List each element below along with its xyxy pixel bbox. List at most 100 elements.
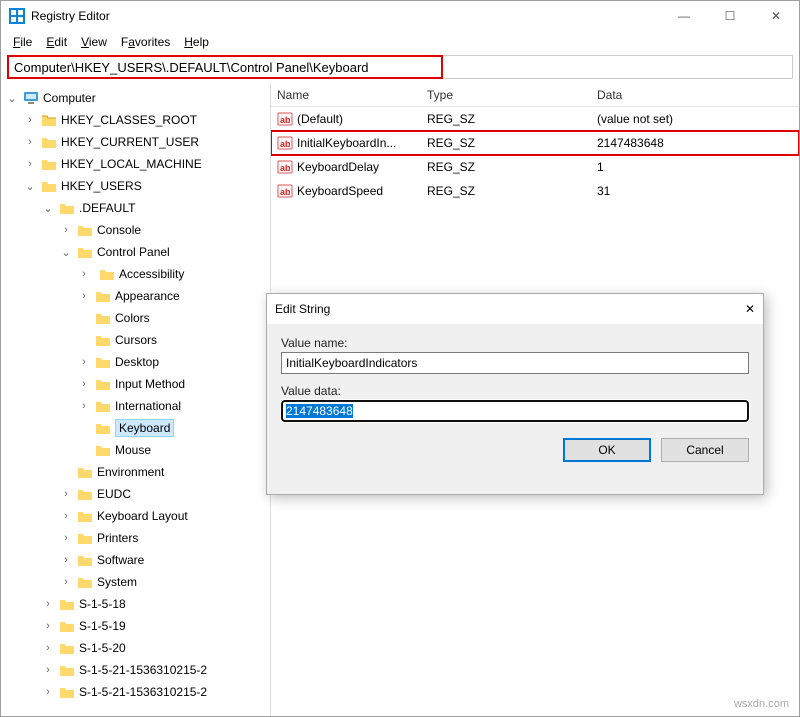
folder-icon <box>59 684 75 700</box>
computer-icon <box>23 90 39 106</box>
cancel-button[interactable]: Cancel <box>661 438 749 462</box>
value-name-input[interactable] <box>281 352 749 374</box>
close-button[interactable]: ✕ <box>753 1 799 31</box>
menu-view[interactable]: View <box>75 33 113 51</box>
tree-node-desktop[interactable]: ›Desktop <box>1 351 270 373</box>
folder-icon <box>77 244 93 260</box>
string-value-icon: ab <box>277 111 293 127</box>
folder-icon <box>77 464 93 480</box>
dialog-buttons: OK Cancel <box>267 430 763 474</box>
tree-node-international[interactable]: ›International <box>1 395 270 417</box>
folder-icon <box>59 200 75 216</box>
value-data-input[interactable] <box>281 400 749 422</box>
tree-node-control-panel[interactable]: ⌄Control Panel <box>1 241 270 263</box>
tree-node-sid[interactable]: ›S-1-5-21-1536310215-2 <box>1 659 270 681</box>
dialog-titlebar[interactable]: Edit String ✕ <box>267 294 763 324</box>
dialog-close-button[interactable]: ✕ <box>745 302 755 316</box>
svg-text:ab: ab <box>280 187 291 197</box>
string-value-icon: ab <box>277 183 293 199</box>
col-name[interactable]: Name <box>271 88 421 102</box>
tree-node-sid[interactable]: ›S-1-5-21-1536310215-2 <box>1 681 270 703</box>
svg-text:ab: ab <box>280 115 291 125</box>
folder-icon <box>95 332 111 348</box>
window-title: Registry Editor <box>31 9 661 23</box>
folder-icon <box>95 420 111 436</box>
value-data-label: Value data: <box>281 384 749 398</box>
tree-node-eudc[interactable]: ›EUDC <box>1 483 270 505</box>
tree-node-sid[interactable]: ›S-1-5-18 <box>1 593 270 615</box>
menu-favorites[interactable]: Favorites <box>115 33 176 51</box>
folder-icon <box>77 552 93 568</box>
tree-node-hku[interactable]: ⌄HKEY_USERS <box>1 175 270 197</box>
folder-icon <box>41 112 57 128</box>
string-value-icon: ab <box>277 159 293 175</box>
folder-icon <box>41 134 57 150</box>
tree-node-accessibility[interactable]: ›Accessibility <box>1 263 270 285</box>
folder-icon <box>95 376 111 392</box>
folder-icon <box>95 442 111 458</box>
regedit-icon <box>9 8 25 24</box>
edit-string-dialog: Edit String ✕ Value name: Value data: OK… <box>266 293 764 495</box>
menubar: File Edit View Favorites Help <box>1 31 799 53</box>
folder-icon <box>59 640 75 656</box>
svg-text:ab: ab <box>280 163 291 173</box>
tree-node-appearance[interactable]: ›Appearance <box>1 285 270 307</box>
address-bar[interactable] <box>7 55 793 79</box>
minimize-button[interactable]: — <box>661 1 707 31</box>
tree-node-hklm[interactable]: ›HKEY_LOCAL_MACHINE <box>1 153 270 175</box>
folder-icon <box>95 354 111 370</box>
folder-icon <box>95 398 111 414</box>
ok-button[interactable]: OK <box>563 438 651 462</box>
list-header: Name Type Data <box>271 83 799 107</box>
value-row-keyboarddelay[interactable]: ab KeyboardDelay REG_SZ 1 <box>271 155 799 179</box>
folder-icon <box>77 486 93 502</box>
tree-node-mouse[interactable]: Mouse <box>1 439 270 461</box>
svg-text:ab: ab <box>280 139 291 149</box>
maximize-button[interactable]: ☐ <box>707 1 753 31</box>
tree-node-keyboard[interactable]: Keyboard <box>1 417 270 439</box>
tree-node-console[interactable]: ›Console <box>1 219 270 241</box>
window-controls: — ☐ ✕ <box>661 1 799 31</box>
registry-editor-window: Registry Editor — ☐ ✕ File Edit View Fav… <box>0 0 800 717</box>
menu-help[interactable]: Help <box>178 33 215 51</box>
tree-node-sid[interactable]: ›S-1-5-20 <box>1 637 270 659</box>
tree-node-default[interactable]: ⌄.DEFAULT <box>1 197 270 219</box>
tree-node-keyboard-layout[interactable]: ›Keyboard Layout <box>1 505 270 527</box>
dialog-body: Value name: Value data: <box>267 324 763 430</box>
tree-node-hkcu[interactable]: ›HKEY_CURRENT_USER <box>1 131 270 153</box>
folder-icon <box>77 530 93 546</box>
folder-icon <box>41 178 57 194</box>
tree-node-input-method[interactable]: ›Input Method <box>1 373 270 395</box>
tree-node-sid[interactable]: ›S-1-5-19 <box>1 615 270 637</box>
value-row-initialkeyboardindicators[interactable]: ab InitialKeyboardIn... REG_SZ 214748364… <box>271 131 799 155</box>
string-value-icon: ab <box>277 135 293 151</box>
folder-icon <box>59 662 75 678</box>
watermark: wsxdn.com <box>734 698 789 710</box>
tree-panel[interactable]: ⌄Computer ›HKEY_CLASSES_ROOT ›HKEY_CURRE… <box>1 83 271 716</box>
tree-node-computer[interactable]: ⌄Computer <box>1 87 270 109</box>
folder-icon <box>59 596 75 612</box>
tree-node-hkcr[interactable]: ›HKEY_CLASSES_ROOT <box>1 109 270 131</box>
col-data[interactable]: Data <box>591 88 799 102</box>
tree-node-cursors[interactable]: Cursors <box>1 329 270 351</box>
folder-icon <box>77 574 93 590</box>
tree-node-printers[interactable]: ›Printers <box>1 527 270 549</box>
tree-node-colors[interactable]: Colors <box>1 307 270 329</box>
menu-file[interactable]: File <box>7 33 38 51</box>
menu-edit[interactable]: Edit <box>40 33 73 51</box>
folder-icon <box>77 508 93 524</box>
folder-icon <box>95 310 111 326</box>
value-row-keyboardspeed[interactable]: ab KeyboardSpeed REG_SZ 31 <box>271 179 799 203</box>
tree-node-software[interactable]: ›Software <box>1 549 270 571</box>
folder-icon <box>95 288 111 304</box>
address-bar-wrap <box>7 55 793 79</box>
value-row-default[interactable]: ab (Default) REG_SZ (value not set) <box>271 107 799 131</box>
col-type[interactable]: Type <box>421 88 591 102</box>
tree-node-environment[interactable]: Environment <box>1 461 270 483</box>
folder-icon <box>99 266 115 282</box>
folder-icon <box>59 618 75 634</box>
folder-icon <box>41 156 57 172</box>
dialog-title-text: Edit String <box>275 302 745 316</box>
tree-node-system[interactable]: ›System <box>1 571 270 593</box>
folder-icon <box>77 222 93 238</box>
